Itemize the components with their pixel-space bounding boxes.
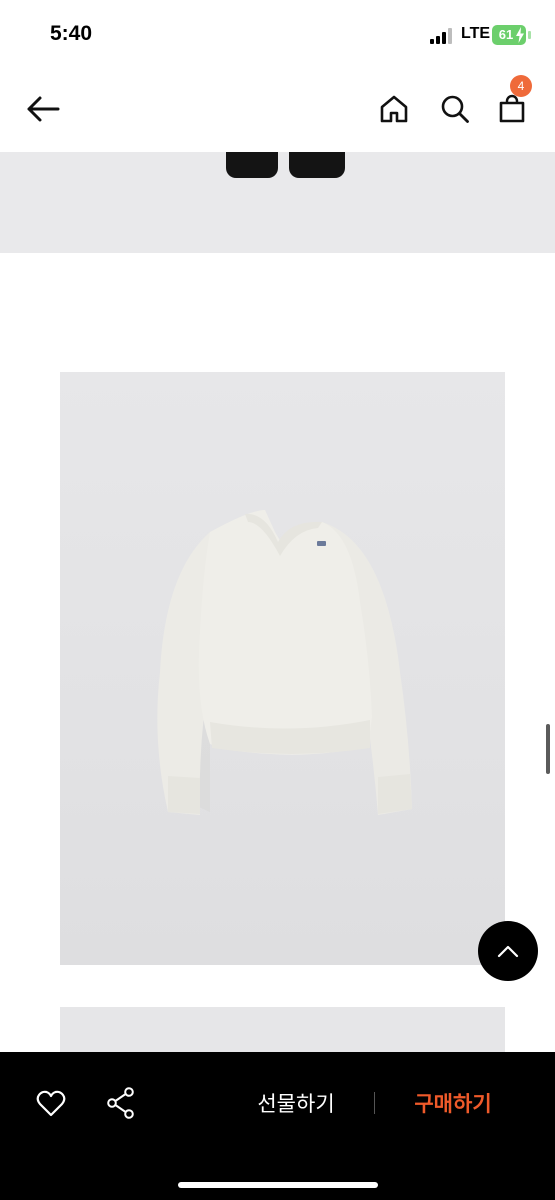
search-icon xyxy=(441,95,469,123)
chevron-up-icon xyxy=(497,945,519,958)
gift-button[interactable]: 선물하기 xyxy=(236,1082,356,1124)
back-button[interactable] xyxy=(21,87,65,131)
product-image-next[interactable] xyxy=(60,1007,505,1057)
shoe-left xyxy=(226,152,278,178)
shopping-bag-icon xyxy=(499,94,525,123)
sweater-illustration xyxy=(157,510,412,815)
home-icon xyxy=(380,95,408,123)
action-divider xyxy=(374,1092,375,1114)
product-detail-page: 5:40 LTE 61 4 선물하기 구매하기 xyxy=(0,0,555,1200)
cart-count-badge: 4 xyxy=(510,75,532,97)
heart-icon xyxy=(36,1090,66,1117)
charging-bolt-icon xyxy=(516,27,524,43)
shoe-right xyxy=(289,152,345,178)
buy-button[interactable]: 구매하기 xyxy=(392,1082,514,1124)
bottom-action-bar: 선물하기 구매하기 xyxy=(0,1052,555,1200)
share-button[interactable] xyxy=(100,1082,142,1124)
scroll-indicator[interactable] xyxy=(546,724,550,774)
home-indicator xyxy=(178,1182,378,1188)
scroll-to-top-button[interactable] xyxy=(478,921,538,981)
home-button[interactable] xyxy=(372,87,416,131)
search-button[interactable] xyxy=(433,87,477,131)
status-bar: 5:40 LTE 61 xyxy=(0,0,555,70)
arrow-left-icon xyxy=(27,96,60,122)
battery-icon: 61 xyxy=(492,25,526,45)
share-icon xyxy=(107,1087,134,1119)
top-nav-bar xyxy=(0,70,555,152)
wishlist-button[interactable] xyxy=(30,1082,72,1124)
product-image-sweater[interactable] xyxy=(60,372,505,965)
product-image-top[interactable] xyxy=(0,152,555,253)
status-time: 5:40 xyxy=(50,22,93,45)
signal-strength-icon xyxy=(430,28,455,44)
network-type: LTE xyxy=(461,25,491,42)
battery-cap xyxy=(528,31,531,39)
